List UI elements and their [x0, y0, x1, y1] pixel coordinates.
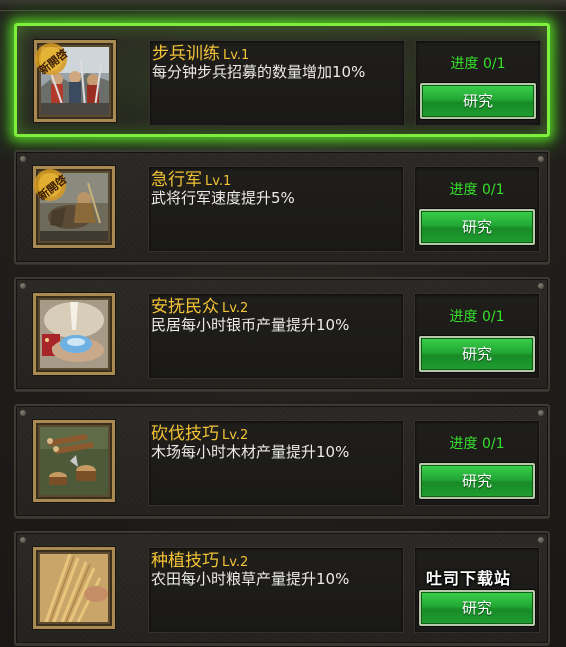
- skill-action-panel: 进度 0/1 研究: [415, 40, 541, 126]
- research-button[interactable]: 研究: [419, 463, 535, 499]
- skill-name: 种植技巧: [151, 551, 219, 571]
- skill-level: Lv.1: [223, 48, 250, 63]
- research-button[interactable]: 研究: [419, 590, 535, 626]
- skill-title: 砍伐技巧 Lv.2: [151, 419, 248, 444]
- skill-name: 安抚民众: [151, 297, 219, 317]
- frame-rivet: [20, 537, 26, 543]
- research-progress: 进度 0/1: [450, 56, 506, 72]
- frame-rivet: [538, 283, 544, 289]
- research-progress: 进度 0/1: [449, 182, 505, 198]
- frame-rivet: [20, 410, 26, 416]
- skill-name: 步兵训练: [152, 44, 220, 64]
- skill-level: Lv.2: [222, 301, 249, 316]
- research-progress: 进度 0/1: [449, 309, 505, 325]
- skill-action-panel: 进度 0/1 研究: [414, 420, 540, 506]
- skill-level: Lv.2: [222, 555, 249, 570]
- skill-description: 民居每小时银币产量提升10%: [151, 316, 350, 334]
- site-watermark: 吐司下载站: [426, 569, 512, 588]
- tech-research-screen: 新開啓 步兵训练Lv.1 每分钟步兵招募的数量增加10% 进度 0/1 研究: [0, 0, 566, 647]
- skill-action-panel: 研究: [414, 547, 540, 633]
- skill-info-panel: 急行军 Lv.1 武将行军速度提升5%: [148, 166, 404, 252]
- skill-info-panel: 安抚民众 Lv.2 民居每小时银币产量提升10%: [148, 293, 404, 379]
- frame-rivet: [20, 283, 26, 289]
- skill-action-panel: 进度 0/1 研究: [414, 293, 540, 379]
- top-frame-strip: [0, 0, 566, 11]
- skill-icon-frame: [33, 547, 115, 629]
- skill-info-panel: 步兵训练 Lv.1 每分钟步兵招募的数量增加10%: [149, 40, 405, 126]
- skill-icon-frame: [33, 293, 115, 375]
- skill-card-logging-technique[interactable]: 砍伐技巧 Lv.2 木场每小时木材产量提升10% 进度 0/1 研究: [14, 404, 550, 518]
- cavalry-march-icon: [40, 173, 108, 241]
- skill-icon-frame: [33, 420, 115, 502]
- logging-stumps-icon: [40, 427, 108, 495]
- skill-name: 急行军: [151, 170, 202, 190]
- wheat-harvest-icon: [40, 554, 108, 622]
- skill-description: 农田每小时粮草产量提升10%: [151, 570, 350, 588]
- frame-rivet: [538, 537, 544, 543]
- infantry-soldiers-icon: [41, 47, 109, 115]
- skill-card-pacify-people[interactable]: 安抚民众 Lv.2 民居每小时银币产量提升10% 进度 0/1 研究: [14, 277, 550, 391]
- research-button[interactable]: 研究: [419, 336, 535, 372]
- skill-card-forced-march[interactable]: 新開啓 急行军 Lv.1 武将行军速度提升5% 进度 0/1 研究: [14, 150, 550, 264]
- research-button[interactable]: 研究: [420, 83, 536, 119]
- skill-icon-frame: 新開啓: [33, 166, 115, 248]
- skill-card-infantry-training[interactable]: 新開啓 步兵训练 Lv.1 每分钟步兵招募的数量增加10% 进度 0/1 研究: [14, 23, 550, 137]
- skill-title: 急行军 Lv.1: [151, 165, 231, 190]
- skill-title: 步兵训练 Lv.1: [152, 39, 249, 64]
- skill-description: 每分钟步兵招募的数量增加10%: [152, 63, 366, 81]
- skill-description: 武将行军速度提升5%: [151, 189, 295, 207]
- skill-info-panel: 砍伐技巧 Lv.2 木场每小时木材产量提升10%: [148, 420, 404, 506]
- frame-rivet: [538, 156, 544, 162]
- frame-rivet: [20, 156, 26, 162]
- research-progress: 进度 0/1: [449, 436, 505, 452]
- skill-description: 木场每小时木材产量提升10%: [151, 443, 350, 461]
- skill-action-panel: 进度 0/1 研究: [414, 166, 540, 252]
- skill-level: Lv.1: [205, 174, 232, 189]
- skill-info-panel: 种植技巧 Lv.2 农田每小时粮草产量提升10%: [148, 547, 404, 633]
- skill-icon-frame: 新開啓: [34, 40, 116, 122]
- skill-title: 安抚民众 Lv.2: [151, 292, 248, 317]
- research-button[interactable]: 研究: [419, 209, 535, 245]
- skill-name: 砍伐技巧: [151, 424, 219, 444]
- skill-level: Lv.2: [222, 428, 249, 443]
- skill-title: 种植技巧 Lv.2: [151, 546, 248, 571]
- silver-ingot-icon: [40, 300, 108, 368]
- frame-rivet: [538, 410, 544, 416]
